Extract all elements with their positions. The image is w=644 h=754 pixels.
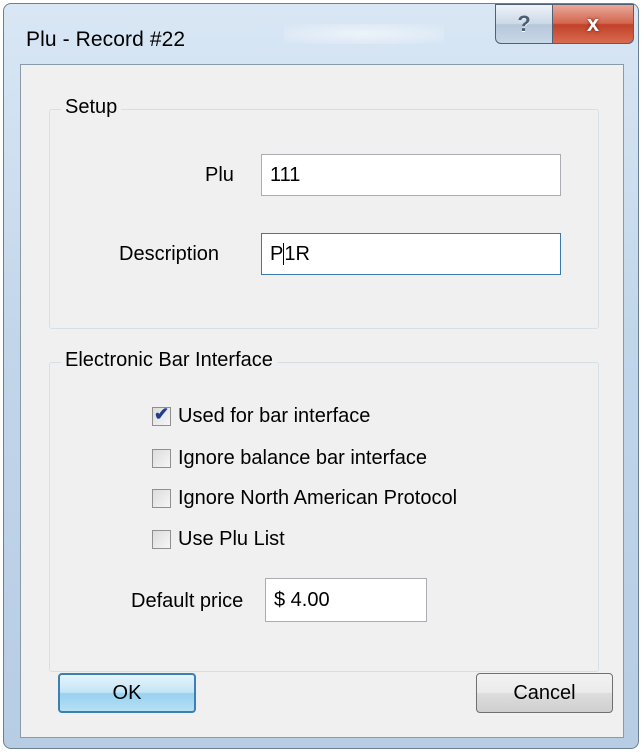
close-button[interactable]: x <box>552 4 634 44</box>
checkbox-label: Used for bar interface <box>178 405 371 427</box>
default-price-label: Default price <box>131 590 244 612</box>
checkbox-ignore-balance-bar-interface[interactable]: Ignore balance bar interface <box>152 447 427 470</box>
close-icon: x <box>586 11 600 36</box>
cancel-button-label: Cancel <box>513 681 576 704</box>
checkbox-box[interactable] <box>152 530 171 549</box>
help-button[interactable]: ? <box>495 4 553 44</box>
title-bar-glow <box>284 24 444 44</box>
check-icon: ✔ <box>154 404 170 424</box>
checkbox-box[interactable] <box>152 449 171 468</box>
setup-group-title: Setup <box>61 96 122 119</box>
dialog-body: Setup Plu 111 Description P 1R Electronic… <box>20 64 624 738</box>
default-price-input[interactable]: $ 4.00 <box>265 578 427 622</box>
window-title: Plu - Record #22 <box>26 28 186 51</box>
ok-button[interactable]: OK <box>58 673 196 713</box>
checkbox-label: Ignore North American Protocol <box>178 487 458 509</box>
checkbox-label: Use Plu List <box>178 528 285 550</box>
title-bar[interactable]: Plu - Record #22 ? x <box>4 4 638 64</box>
checkbox-use-plu-list[interactable]: Use Plu List <box>152 528 285 551</box>
description-value-end: 1R <box>284 242 310 265</box>
checkbox-box[interactable] <box>152 489 171 508</box>
dialog-window: Plu - Record #22 ? x Setup Plu 111 Descr… <box>3 3 639 749</box>
checkbox-ignore-north-american-protocol[interactable]: Ignore North American Protocol <box>152 487 457 510</box>
plu-label: Plu <box>205 164 234 186</box>
checkbox-box[interactable]: ✔ <box>152 404 171 426</box>
ebi-group-title: Electronic Bar Interface <box>61 349 277 372</box>
help-icon: ? <box>517 11 531 36</box>
checkbox-used-for-bar-interface[interactable]: ✔ Used for bar interface <box>152 404 371 428</box>
plu-value: 111 <box>270 163 301 186</box>
description-label: Description <box>119 243 220 265</box>
setup-group <box>49 109 599 329</box>
checkbox-label: Ignore balance bar interface <box>178 447 428 469</box>
plu-input[interactable]: 111 <box>261 154 561 196</box>
cancel-button[interactable]: Cancel <box>476 673 613 713</box>
description-input[interactable]: P 1R <box>261 233 561 275</box>
ok-button-label: OK <box>112 681 142 704</box>
default-price-value: $ 4.00 <box>274 588 330 611</box>
description-value-start: P <box>270 242 284 265</box>
